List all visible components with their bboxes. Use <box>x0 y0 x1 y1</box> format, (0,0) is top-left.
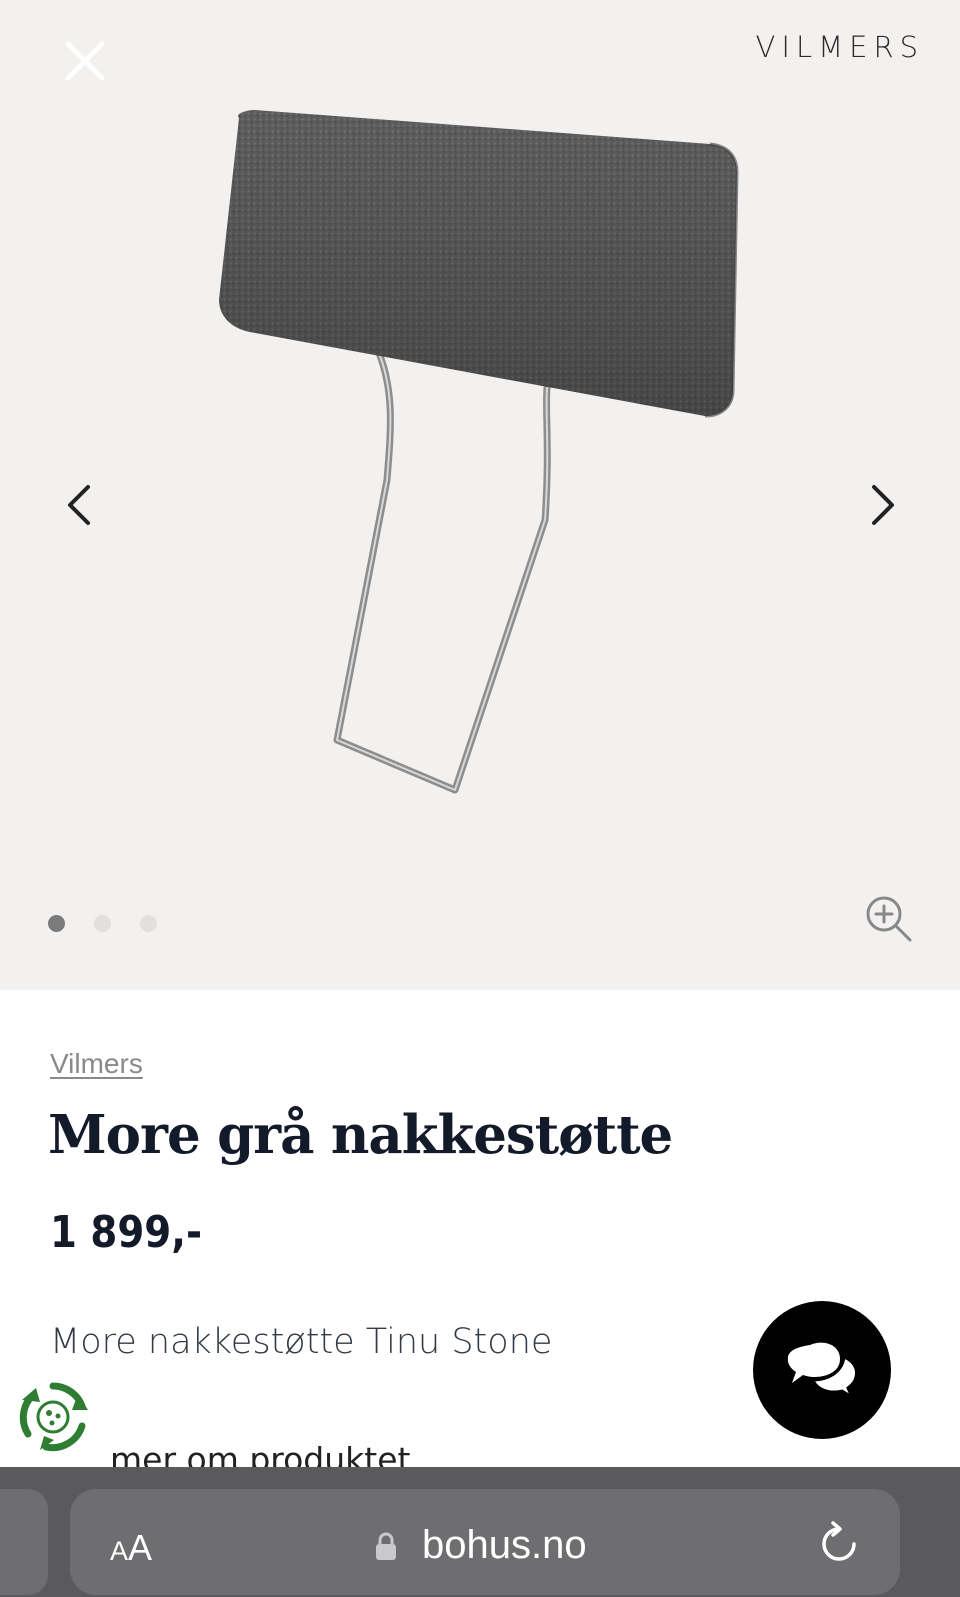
brand-link[interactable]: Vilmers <box>50 1048 143 1080</box>
browser-toolbar: AA bohus.no <box>0 1467 960 1597</box>
aa-large-label: A <box>128 1527 153 1568</box>
product-image-gallery[interactable]: VILMERS <box>0 0 960 990</box>
chat-bubbles-icon <box>787 1342 858 1401</box>
recycle-icon <box>19 1382 88 1452</box>
zoom-button[interactable] <box>862 892 918 948</box>
reload-button[interactable] <box>816 1519 862 1569</box>
image-pagination-dots <box>48 915 157 932</box>
previous-image-button[interactable] <box>50 475 110 535</box>
close-icon <box>65 41 105 81</box>
headrest-product-image <box>219 110 739 794</box>
aa-small-label: A <box>110 1536 129 1566</box>
zoom-in-icon <box>866 896 912 942</box>
url-text: bohus.no <box>422 1523 587 1567</box>
product-subtitle: More nakkestøtte Tinu Stone <box>50 1322 553 1362</box>
reader-settings-button[interactable]: AA <box>110 1527 152 1569</box>
recycle-badge[interactable] <box>16 1380 90 1454</box>
brand-logo: VILMERS <box>755 30 924 64</box>
address-bar[interactable]: AA bohus.no <box>70 1489 900 1595</box>
product-title: More grå nakkestøtte <box>48 1104 673 1166</box>
previous-tab-stub[interactable] <box>0 1489 48 1595</box>
close-button[interactable] <box>58 34 112 88</box>
pagination-dot[interactable] <box>94 915 111 932</box>
chevron-left-icon <box>68 485 90 525</box>
next-image-button[interactable] <box>852 475 912 535</box>
pagination-dot[interactable] <box>140 915 157 932</box>
product-price: 1 899,- <box>50 1207 203 1258</box>
pagination-dot[interactable] <box>48 915 65 932</box>
lock-icon <box>376 1532 396 1560</box>
reload-icon <box>822 1521 856 1561</box>
chevron-right-icon <box>872 485 894 525</box>
chat-button[interactable] <box>753 1301 891 1439</box>
